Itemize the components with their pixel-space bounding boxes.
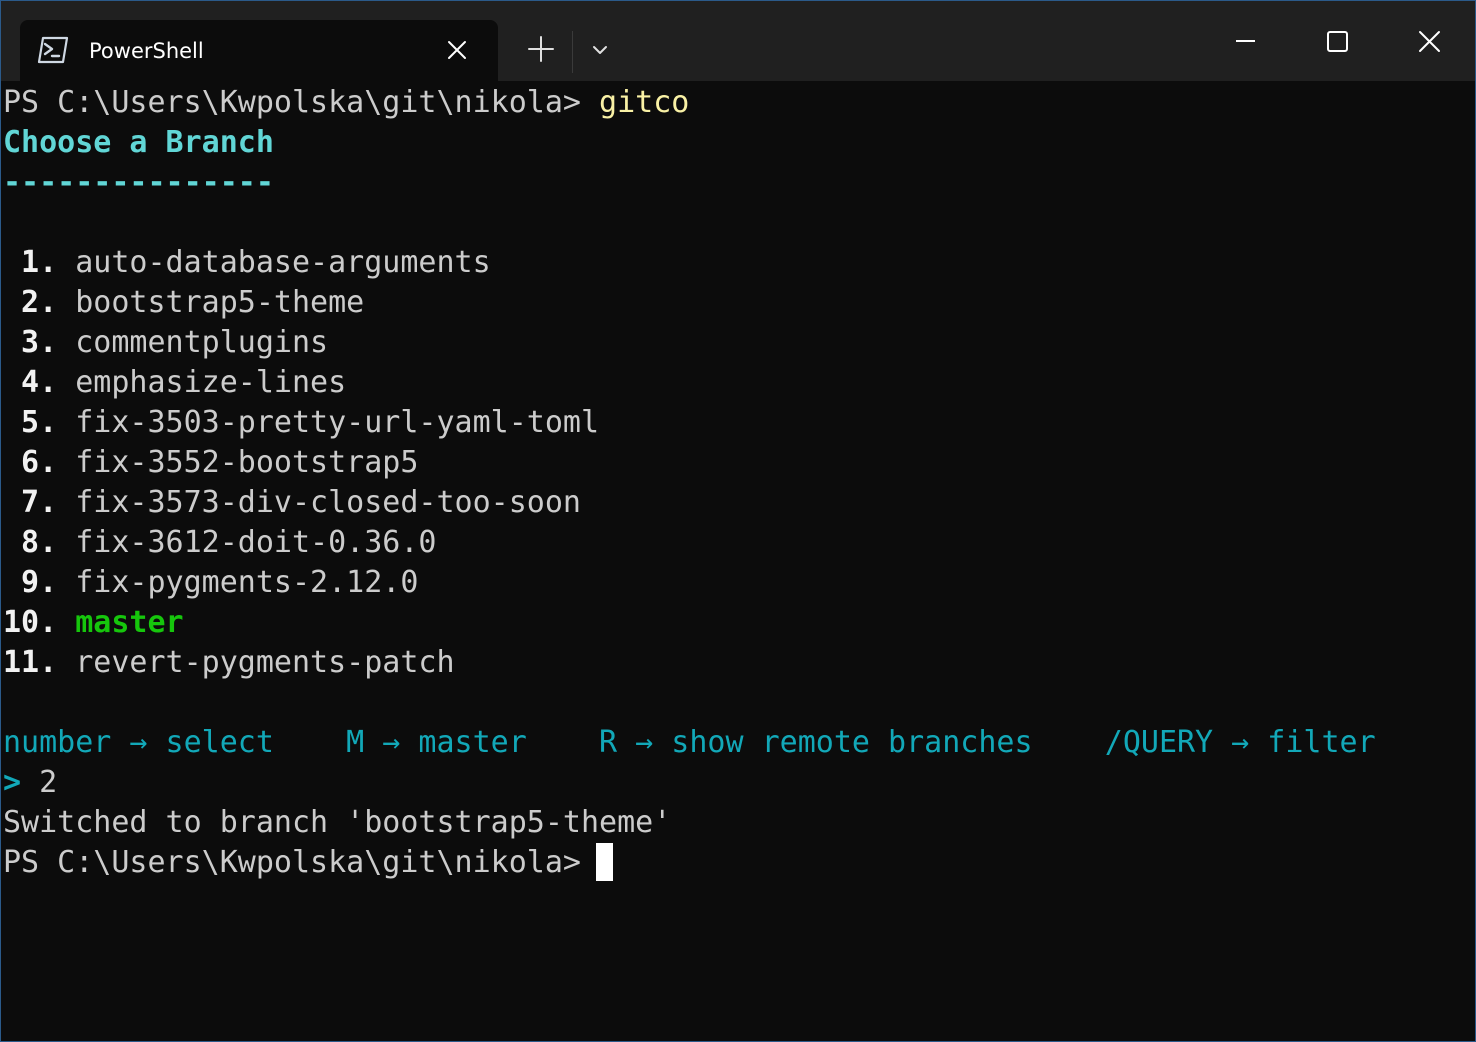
branch-number: 9.: [3, 565, 58, 600]
key-hints: number → select M → master R → show remo…: [3, 725, 1376, 760]
branch-name: bootstrap5-theme: [75, 285, 365, 320]
branch-name: fix-3573-div-closed-too-soon: [75, 485, 581, 520]
branch-number: 8.: [3, 525, 58, 560]
list-item: 3. commentplugins: [3, 323, 328, 363]
list-item: 2. bootstrap5-theme: [3, 283, 364, 323]
branch-name: fix-3503-pretty-url-yaml-toml: [75, 405, 600, 440]
terminal-window: PowerShell PS C:\Users\Kwpolska\git\niko…: [0, 0, 1476, 1042]
final-prompt: PS C:\Users\Kwpolska\git\nikola>: [3, 845, 600, 880]
branch-name-current: master: [75, 605, 184, 640]
list-item: 7. fix-3573-div-closed-too-soon: [3, 483, 581, 523]
tab-title: PowerShell: [89, 39, 204, 63]
maximize-icon[interactable]: [1307, 9, 1367, 69]
tab-separator: [572, 31, 573, 73]
terminal-output[interactable]: PS C:\Users\Kwpolska\git\nikola> gitco C…: [1, 81, 1475, 1041]
chevron-down-icon[interactable]: [583, 31, 617, 71]
branch-number: 7.: [3, 485, 58, 520]
input-value: 2: [21, 765, 58, 800]
branch-number: 3.: [3, 325, 58, 360]
branch-number: 4.: [3, 365, 58, 400]
input-line: > 2: [3, 763, 57, 803]
branch-name: auto-database-arguments: [75, 245, 491, 280]
branch-name: revert-pygments-patch: [75, 645, 455, 680]
list-item: 8. fix-3612-doit-0.36.0: [3, 523, 436, 563]
close-icon[interactable]: [442, 35, 472, 65]
branch-name: fix-3612-doit-0.36.0: [75, 525, 437, 560]
plus-icon[interactable]: [520, 27, 562, 71]
title-bar: PowerShell: [1, 1, 1475, 81]
branch-name: emphasize-lines: [75, 365, 347, 400]
branch-number: 2.: [3, 285, 58, 320]
powershell-icon: [37, 36, 69, 64]
branch-number: 1.: [3, 245, 58, 280]
branch-number: 6.: [3, 445, 58, 480]
menu-heading: Choose a Branch: [3, 125, 274, 160]
minimize-icon[interactable]: [1215, 9, 1275, 69]
heading-rule: ---------------: [3, 165, 274, 200]
prompt: PS C:\Users\Kwpolska\git\nikola>: [3, 85, 600, 120]
list-item: 4. emphasize-lines: [3, 363, 346, 403]
text-cursor: [596, 843, 613, 881]
list-item-current: 10. master: [3, 603, 184, 643]
branch-name: commentplugins: [75, 325, 329, 360]
input-marker: >: [3, 765, 22, 800]
list-item: 6. fix-3552-bootstrap5: [3, 443, 418, 483]
close-icon[interactable]: [1399, 9, 1459, 69]
list-item: 5. fix-3503-pretty-url-yaml-toml: [3, 403, 599, 443]
tab-powershell[interactable]: PowerShell: [20, 20, 498, 81]
branch-name: fix-pygments-2.12.0: [75, 565, 419, 600]
list-item: 1. auto-database-arguments: [3, 243, 491, 283]
command-line: PS C:\Users\Kwpolska\git\nikola> gitco: [3, 83, 689, 123]
branch-number: 11.: [3, 645, 58, 680]
branch-number: 5.: [3, 405, 58, 440]
command: gitco: [599, 85, 690, 120]
branch-name: fix-3552-bootstrap5: [75, 445, 419, 480]
list-item: 9. fix-pygments-2.12.0: [3, 563, 418, 603]
result-message: Switched to branch 'bootstrap5-theme': [3, 805, 672, 840]
list-item: 11. revert-pygments-patch: [3, 643, 455, 683]
branch-number: 10.: [3, 605, 58, 640]
